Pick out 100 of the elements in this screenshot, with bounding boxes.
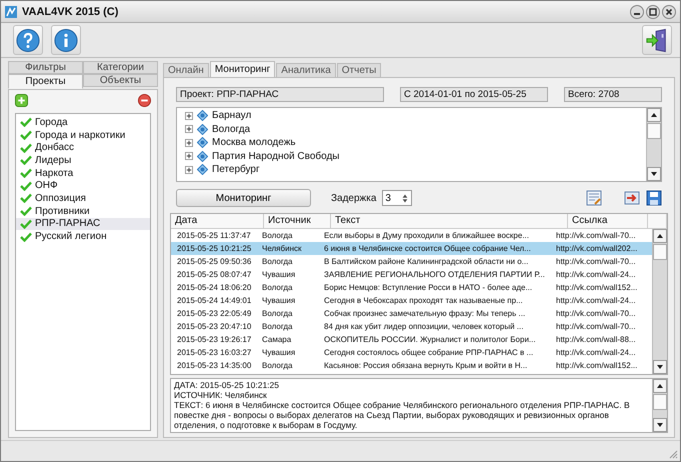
expand-icon[interactable] [185, 152, 193, 160]
tab[interactable]: Категории [83, 61, 158, 74]
table-cell-text: Собчак произнес замечательную фразу: Мы теперь ... [323, 308, 526, 320]
project-item[interactable]: Противники [16, 204, 150, 218]
tree-item[interactable]: Москва молодежь [212, 137, 296, 148]
scroll-up-icon[interactable] [653, 229, 667, 243]
table-cell-text: ОСКОПИТЕЛЬ РОССИИ. Журналист и политолог Бори... [323, 334, 537, 346]
window-title: VAAL4VK 2015 (C) [22, 6, 118, 18]
scroll-up-icon[interactable] [647, 108, 661, 122]
table-cell-text: http://vk.com/wall-24... [555, 295, 637, 307]
column-header[interactable]: Текст [331, 214, 568, 228]
help-button[interactable] [13, 25, 43, 55]
project-item[interactable]: Донбасс [16, 141, 150, 154]
table-row[interactable]: 2015-05-25 11:37:47 Вологда Если выборы в Думу проходили в ближайшее воскре... http://vk.com/wall-70... [171, 229, 652, 242]
table-cell-text: 2015-05-24 18:06:20 [176, 282, 252, 294]
project-item[interactable]: Русский легион [16, 230, 150, 243]
table-row[interactable]: 2015-05-24 14:49:01 Чувашия Сегодня в Чебоксарах проходят так называеные пр... http://vk.com/wall-24... [171, 294, 652, 307]
scroll-thumb[interactable] [653, 394, 667, 410]
tab[interactable]: Проекты [8, 74, 83, 89]
expand-icon[interactable] [185, 112, 193, 120]
monitoring-button[interactable]: Мониторинг [176, 189, 311, 207]
edit-icon[interactable] [586, 190, 602, 206]
add-icon[interactable] [15, 94, 28, 107]
project-item[interactable]: Оппозиция [16, 192, 150, 205]
table-cell-text: 2015-05-25 11:37:47 [176, 230, 252, 242]
table-row[interactable]: 2015-05-23 19:26:17 Самара ОСКОПИТЕЛЬ РОССИИ. Журналист и политолог Бори... http://vk.com/wall-88... [171, 333, 652, 346]
checkmark-icon [20, 142, 32, 153]
table-row[interactable]: 2015-05-25 08:07:47 Чувашия ЗАЯВЛЕНИЕ РЕГИОНАЛЬНОГО ОТДЕЛЕНИЯ ПАРТИИ Р... http://vk.com/wall-24... [171, 268, 652, 281]
table-cell-text: Сегодня в Чебоксарах проходят так называеные пр... [323, 295, 524, 307]
table-cell-text: http://vk.com/wall202... [555, 243, 638, 255]
remove-icon[interactable] [138, 94, 151, 107]
scrollbar[interactable] [652, 229, 667, 374]
close-button[interactable] [662, 4, 676, 18]
column-header[interactable]: Ссылка [568, 214, 648, 228]
table-cell-text: http://vk.com/wall-70... [555, 321, 637, 333]
tab[interactable]: Онлайн [163, 63, 209, 77]
checkmark-icon [20, 130, 32, 140]
table-cell-text: http://vk.com/wall-88... [555, 334, 637, 346]
table-row[interactable]: 2015-05-23 20:47:10 Вологда 84 дня как убит лидер оппозиции, человек который ... http://vk.com/wall-70... [171, 320, 652, 333]
exit-button[interactable] [642, 25, 672, 55]
tab[interactable]: Мониторинг [210, 61, 276, 77]
tab[interactable]: Отчеты [336, 63, 382, 77]
tree-item[interactable]: Партия Народной Свободы [212, 150, 340, 162]
expand-icon[interactable] [185, 166, 193, 174]
table-cell-text: Вологда [261, 230, 294, 242]
table-cell-text: ЗАЯВЛЕНИЕ РЕГИОНАЛЬНОГО ОТДЕЛЕНИЯ ПАРТИИ Р... [323, 269, 546, 281]
diamond-icon [197, 150, 208, 162]
project-item[interactable]: Города [16, 116, 150, 129]
spin-arrows-icon[interactable] [401, 192, 410, 204]
column-header[interactable]: Источник [264, 214, 331, 228]
checkmark-icon [20, 155, 32, 166]
project-item[interactable]: Города и наркотики [16, 128, 150, 142]
info-button[interactable] [51, 25, 81, 55]
table-row[interactable]: 2015-05-24 18:06:20 Вологда Борис Немцов: Вступление Росси в НАТО - более аде... http://vk.com/wall152... [171, 281, 652, 294]
scrollbar[interactable] [652, 379, 667, 432]
table-row[interactable]: 2015-05-23 14:35:00 Вологда Касьянов: Россия обязана вернуть Крым и войти в Н... http://vk.com/wall152... [171, 359, 652, 372]
maximize-button[interactable] [646, 4, 660, 18]
project-item[interactable]: РПР-ПАРНАС [16, 218, 150, 230]
expand-icon[interactable] [185, 125, 193, 134]
app-icon [5, 6, 17, 18]
project-item[interactable]: ОНФ [16, 179, 150, 192]
checkmark-icon [20, 218, 32, 229]
table-cell-text: http://vk.com/wall-24... [555, 347, 637, 359]
tab[interactable]: Аналитика [276, 63, 336, 77]
table-cell-text: Если выборы в Думу проходили в ближайшее воскре... [323, 230, 530, 242]
table-row[interactable]: 2015-05-25 09:50:36 Вологда В Балтийском районе Калининградской области ни о... http://vk.com/wall-70... [171, 255, 652, 268]
project-item[interactable]: Лидеры [16, 154, 150, 167]
tree-item[interactable]: Вологда [212, 124, 250, 135]
scroll-up-icon[interactable] [653, 379, 667, 393]
total-field: Всего: 2708 [564, 87, 662, 102]
table-cell-text: Челябинск [261, 243, 302, 255]
scroll-down-icon[interactable] [647, 167, 661, 181]
tab[interactable]: Фильтры [8, 61, 83, 74]
table-row[interactable]: 2015-05-23 22:05:49 Вологда Собчак произнес замечательную фразу: Мы теперь ... http://vk.com/wall-70... [171, 307, 652, 320]
minimize-button[interactable] [630, 4, 644, 18]
tree-item[interactable]: Петербург [212, 164, 260, 176]
diamond-icon [197, 137, 208, 148]
table-cell-text: Вологда [261, 321, 294, 333]
table-row[interactable]: 2015-05-25 10:21:25 Челябинск 6 июня в Челябинске состоится Общее собрание Чел... http://vk.com/wall202... [171, 242, 652, 255]
resize-grip-icon[interactable] [668, 449, 678, 459]
scroll-thumb[interactable] [653, 244, 667, 260]
export-icon[interactable] [624, 190, 640, 206]
scrollbar[interactable] [646, 108, 661, 181]
table-cell-text: http://vk.com/wall-70... [555, 308, 637, 320]
tree-item[interactable]: Барнаул [212, 110, 252, 122]
scroll-down-icon[interactable] [653, 360, 667, 374]
tab[interactable]: Объекты [83, 74, 158, 87]
scroll-down-icon[interactable] [653, 418, 667, 432]
project-item[interactable]: Наркота [16, 166, 150, 180]
delay-spinbox[interactable]: 3 [382, 190, 412, 206]
detail-text: ДАТА: 2015-05-25 10:21:25 [174, 380, 280, 390]
table-cell-text: 2015-05-23 20:47:10 [176, 321, 252, 333]
table-cell-text: Вологда [261, 308, 294, 320]
save-icon[interactable] [646, 190, 662, 206]
table-cell-text: 6 июня в Челябинске состоится Общее собрание Чел... [323, 243, 532, 255]
scroll-thumb[interactable] [647, 123, 661, 139]
expand-icon[interactable] [185, 138, 193, 147]
column-header[interactable]: Дата [171, 214, 264, 228]
table-row[interactable]: 2015-05-23 16:03:27 Чувашия Сегодня состоялось общее собрание РПР-ПАРНАС в ... http://vk.com/wall-24... [171, 346, 652, 359]
table-cell-text: Чувашия [261, 347, 296, 359]
